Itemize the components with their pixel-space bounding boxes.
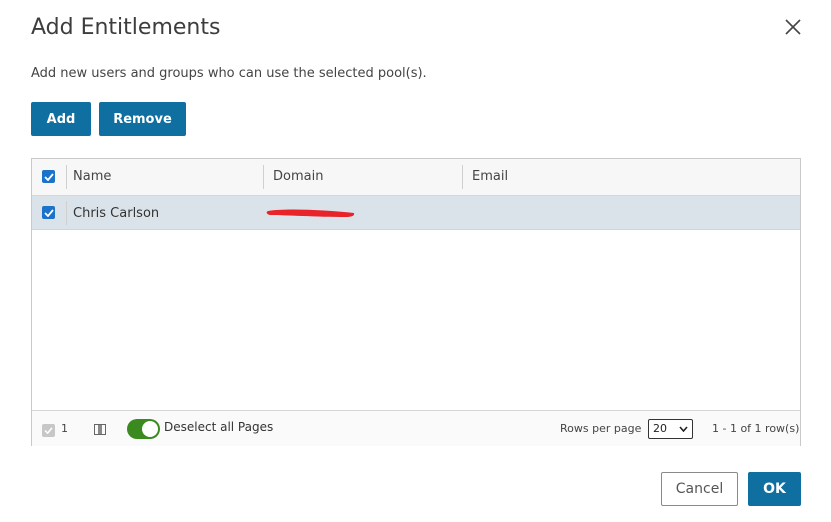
- paging-info: 1 - 1 of 1 row(s): [712, 422, 800, 435]
- column-header-email[interactable]: Email: [472, 168, 508, 186]
- dialog-subtitle: Add new users and groups who can use the…: [31, 66, 427, 81]
- deselect-all-pages-toggle[interactable]: [127, 419, 160, 439]
- toggle-knob: [142, 421, 158, 437]
- column-header-name[interactable]: Name: [73, 168, 111, 186]
- column-separator[interactable]: [263, 165, 264, 189]
- cancel-button[interactable]: Cancel: [661, 472, 738, 506]
- redaction-mark: [266, 209, 355, 217]
- grid-header: Name Domain Email: [32, 159, 800, 196]
- rows-per-page-value: 20: [653, 422, 667, 435]
- selected-count-checkbox-icon: [42, 424, 55, 437]
- column-separator: [66, 201, 67, 225]
- add-entitlements-dialog: Add Entitlements Add new users and group…: [0, 0, 831, 522]
- column-separator[interactable]: [462, 165, 463, 189]
- ok-button[interactable]: OK: [748, 472, 801, 506]
- column-separator: [66, 165, 67, 189]
- deselect-all-pages-label: Deselect all Pages: [164, 420, 274, 434]
- column-toggle-icon[interactable]: [94, 424, 106, 435]
- entitlements-grid: Name Domain Email Chris Carlson 1 Desele…: [31, 158, 801, 446]
- table-row[interactable]: Chris Carlson: [32, 196, 800, 230]
- add-button[interactable]: Add: [31, 102, 91, 136]
- rows-per-page-select[interactable]: 20: [648, 419, 693, 439]
- select-all-checkbox[interactable]: [42, 170, 55, 183]
- rows-per-page-label: Rows per page: [560, 422, 642, 435]
- row-checkbox[interactable]: [42, 206, 55, 219]
- remove-button[interactable]: Remove: [99, 102, 186, 136]
- cell-name: Chris Carlson: [73, 206, 160, 221]
- close-icon[interactable]: [782, 16, 804, 38]
- selected-count: 1: [61, 422, 68, 435]
- dialog-title: Add Entitlements: [31, 15, 221, 40]
- column-header-domain[interactable]: Domain: [273, 168, 323, 186]
- chevron-down-icon: [679, 426, 688, 432]
- grid-footer: 1 Deselect all Pages Rows per page 20 1 …: [32, 410, 800, 446]
